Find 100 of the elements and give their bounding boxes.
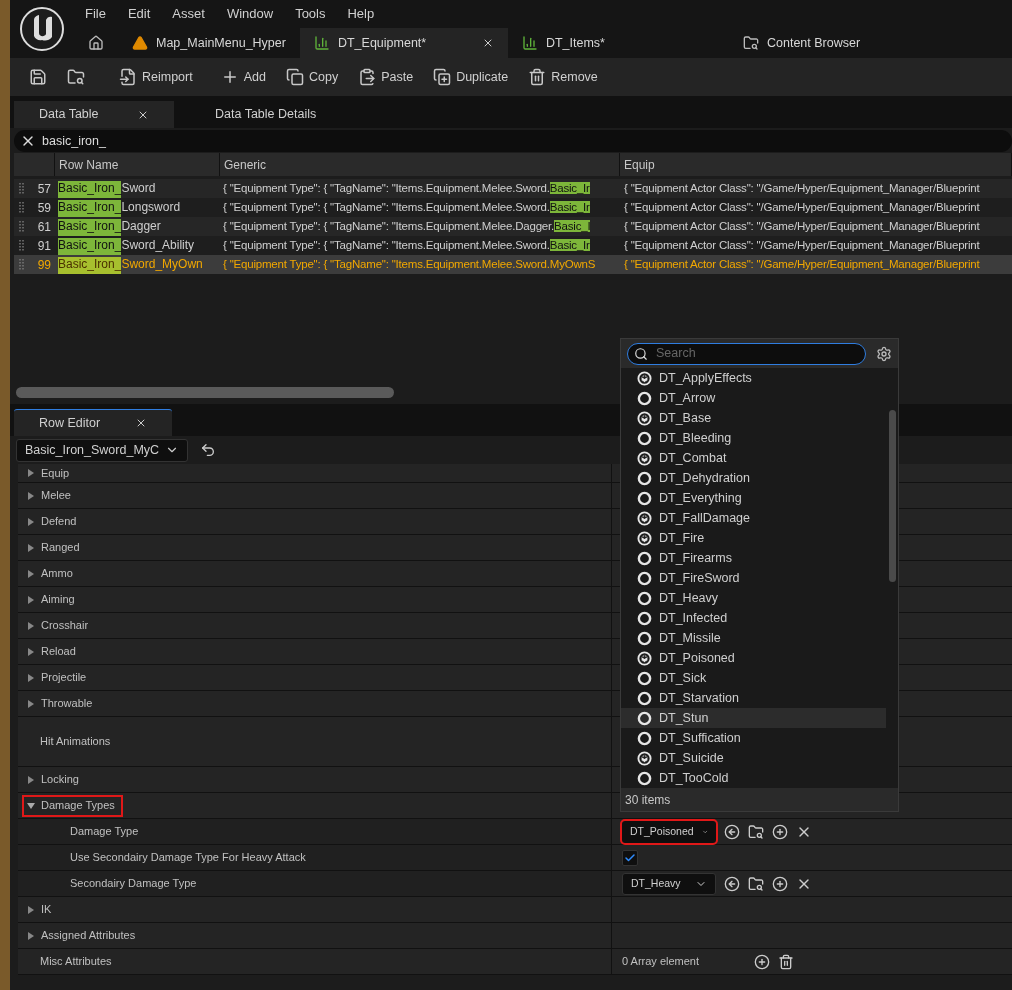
- asset-list-item[interactable]: DT_Firearms: [621, 548, 886, 568]
- asset-list-item[interactable]: DT_FireSword: [621, 568, 886, 588]
- asset-list-item[interactable]: DT_Bleeding: [621, 428, 886, 448]
- asset-list-item[interactable]: DT_Missile: [621, 628, 886, 648]
- menu-item[interactable]: Tools: [295, 4, 326, 24]
- document-tab[interactable]: DT_Equipment*: [299, 28, 508, 58]
- asset-list-item[interactable]: DT_Dehydration: [621, 468, 886, 488]
- ring-icon: [637, 490, 652, 506]
- category-toggle[interactable]: Ranged: [22, 536, 88, 559]
- collapsed-arrow-icon: [27, 621, 35, 630]
- panel-tab[interactable]: Row Editor: [14, 409, 172, 436]
- category-toggle[interactable]: Damage Types: [22, 794, 123, 817]
- scrollbar-thumb[interactable]: [16, 387, 394, 398]
- asset-list-item[interactable]: DT_Everything: [621, 488, 886, 508]
- category-toggle[interactable]: Throwable: [22, 692, 101, 715]
- collapsed-arrow-icon: [27, 647, 35, 656]
- asset-list-item[interactable]: DT_Arrow: [621, 388, 886, 408]
- table-cell-text: { "Equipment Type": { "TagName": "Items.Equipment.Melee.Dagger.Basic_I: [222, 218, 592, 234]
- asset-list-item[interactable]: DT_Infected: [621, 608, 886, 628]
- table-cell-text: { "Equipment Actor Class": "/Game/Hyper/Equipment_Manager/Blueprint: [623, 237, 981, 253]
- menu-item[interactable]: File: [85, 4, 106, 24]
- add-circle-icon[interactable]: [772, 823, 788, 840]
- menu-item[interactable]: Edit: [127, 4, 151, 24]
- add-circle-icon[interactable]: [754, 953, 770, 970]
- asset-list-item[interactable]: DT_Suffication: [621, 728, 886, 748]
- close-icon[interactable]: [135, 417, 147, 429]
- asset-list-item[interactable]: DT_FallDamage: [621, 508, 886, 528]
- collapsed-arrow-icon: [27, 517, 35, 526]
- asset-list-item[interactable]: DT_Poisoned: [621, 648, 886, 668]
- document-tab[interactable]: DT_Items*: [507, 28, 619, 58]
- table-cell-text: { "Equipment Actor Class": "/Game/Hyper/Equipment_Manager/Blueprint: [623, 218, 981, 234]
- trash-icon[interactable]: [778, 953, 794, 970]
- asset-list-item[interactable]: DT_Combat: [621, 448, 886, 468]
- checkbox[interactable]: [622, 849, 638, 866]
- category-toggle[interactable]: IK: [22, 898, 60, 921]
- menu-item[interactable]: Help: [347, 4, 375, 24]
- search-field[interactable]: basic_iron_: [14, 130, 1012, 152]
- property-label: Use Secondairy Damage Type For Heavy Attack: [70, 850, 306, 866]
- folder-search-icon[interactable]: [748, 875, 764, 892]
- table-cell-text: { "Equipment Type": { "TagName": "Items.Equipment.Melee.Sword.Basic_Ir: [222, 237, 591, 253]
- category-toggle[interactable]: Reload: [22, 640, 84, 663]
- add-circle-icon[interactable]: [772, 875, 788, 892]
- folder-search-icon: [67, 68, 85, 86]
- asset-list-item[interactable]: DT_Stun: [621, 708, 886, 728]
- use-selected-icon[interactable]: [724, 823, 740, 840]
- asset-list-item[interactable]: DT_ApplyEffects: [621, 368, 886, 388]
- scrollbar-thumb[interactable]: [888, 410, 896, 582]
- category-toggle[interactable]: Locking: [22, 768, 87, 791]
- row-number: 91: [36, 237, 52, 255]
- toolbar-button[interactable]: Add: [213, 63, 273, 91]
- collapsed-arrow-icon: [27, 775, 35, 784]
- ring-icon: [637, 630, 652, 646]
- category-toggle[interactable]: Melee: [22, 484, 79, 507]
- toolbar-button[interactable]: Remove: [521, 63, 605, 91]
- toolbar-button[interactable]: Reimport: [112, 63, 200, 91]
- category-toggle[interactable]: Equip: [22, 462, 78, 484]
- ring-icon: [637, 590, 652, 606]
- cube-icon: [637, 750, 652, 766]
- save-icon: [29, 68, 47, 86]
- category-toggle[interactable]: Assigned Attributes: [22, 924, 144, 947]
- table-cell-text: { "Equipment Actor Class": "/Game/Hyper/Equipment_Manager/Blueprint: [623, 256, 981, 272]
- document-tab[interactable]: Map_MainMenu_Hyper: [118, 28, 300, 58]
- asset-list-item[interactable]: DT_Suicide: [621, 748, 886, 768]
- asset-list-item[interactable]: DT_Fire: [621, 528, 886, 548]
- category-toggle[interactable]: Crosshair: [22, 614, 97, 637]
- property-label: Secondairy Damage Type: [70, 876, 197, 892]
- engine-logo-icon[interactable]: [19, 6, 65, 52]
- asset-combo-box[interactable]: DT_Heavy: [622, 872, 716, 895]
- category-toggle[interactable]: Aiming: [22, 588, 83, 611]
- use-selected-icon[interactable]: [724, 875, 740, 892]
- property-label: Damage Type: [70, 824, 139, 840]
- toolbar-button[interactable]: Duplicate: [426, 63, 516, 91]
- asset-list-item[interactable]: DT_Sick: [621, 668, 886, 688]
- toolbar-button[interactable]: Copy: [278, 63, 346, 91]
- panel-tab[interactable]: Data Table: [14, 101, 174, 128]
- asset-list-item[interactable]: DT_TooCold: [621, 768, 886, 788]
- column-header[interactable]: Generic: [220, 153, 620, 176]
- menu-item[interactable]: Window: [226, 4, 274, 24]
- collapsed-arrow-icon: [27, 673, 35, 682]
- asset-combo-box[interactable]: DT_Poisoned: [622, 820, 716, 843]
- row-select-dropdown[interactable]: Basic_Iron_Sword_MyC: [16, 438, 189, 462]
- cube-icon: [637, 650, 652, 666]
- folder-search-icon[interactable]: [748, 823, 764, 840]
- toolbar-button[interactable]: Paste: [351, 63, 421, 91]
- asset-list-item[interactable]: DT_Base: [621, 408, 886, 428]
- column-header[interactable]: Equip: [620, 153, 1012, 176]
- cube-icon: [637, 410, 652, 426]
- category-toggle[interactable]: Projectile: [22, 666, 95, 689]
- undo-icon[interactable]: [200, 442, 217, 458]
- ring-icon: [637, 730, 652, 746]
- ring-icon: [637, 710, 652, 726]
- menu-item[interactable]: Asset: [172, 4, 205, 24]
- asset-list-item[interactable]: DT_Heavy: [621, 588, 886, 608]
- category-toggle[interactable]: Ammo: [22, 562, 81, 585]
- column-header[interactable]: Row Name: [55, 153, 220, 176]
- settings-icon[interactable]: [876, 345, 892, 362]
- document-tab[interactable]: Content Browser: [729, 28, 875, 58]
- asset-list-item[interactable]: DT_Starvation: [621, 688, 886, 708]
- category-toggle[interactable]: Defend: [22, 510, 85, 533]
- panel-tab[interactable]: Data Table Details: [190, 101, 342, 128]
